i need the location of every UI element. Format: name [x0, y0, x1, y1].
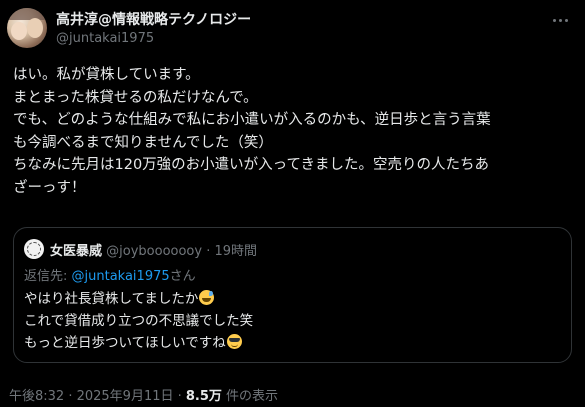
author-name[interactable]: 高井淳@情報戦略テクノロジー	[56, 9, 251, 29]
tweet: 高井淳@情報戦略テクノロジー @juntakai1975 はい。私が貸株していま…	[0, 0, 585, 407]
grinning-sweat-emoji	[199, 290, 215, 305]
quote-line-text: やはり社長貸株してましたか	[24, 291, 199, 307]
author-avatar[interactable]	[7, 8, 47, 48]
reply-mention-link[interactable]: @juntakai1975	[72, 269, 170, 284]
tweet-text: はい。私が貸株しています。 まとまった株貸せるの私だけなんで。 でも、どのような…	[13, 64, 573, 199]
quote-header: 女医暴威 @joybooooooy · 19時間	[50, 240, 257, 259]
quote-author-handle: @joybooooooy	[106, 244, 203, 259]
view-count: 8.5万	[185, 389, 222, 404]
quote-line: もっと逆日歩ついてほしいですね	[24, 332, 253, 354]
quoted-tweet[interactable]: 女医暴威 @joybooooooy · 19時間 返信先: @juntakai1…	[13, 227, 572, 363]
quote-author-avatar	[24, 239, 44, 259]
tweet-meta: 午後8:32 · 2025年9月11日 · 8.5万 件の表示	[9, 385, 278, 404]
more-dot-icon	[564, 18, 568, 22]
quote-line-text: もっと逆日歩ついてほしいですね	[24, 335, 226, 351]
quote-line: やはり社長貸株してましたか	[24, 288, 253, 310]
quote-time: 19時間	[214, 244, 258, 259]
tweet-line: はい。私が貸株しています。	[13, 67, 200, 83]
quote-reply-to: 返信先: @juntakai1975さん	[24, 265, 196, 284]
reply-prefix: 返信先:	[24, 269, 72, 284]
quote-line: これで貸借成り立つの不思議でした笑	[24, 310, 253, 332]
separator-dot: ·	[206, 244, 211, 259]
more-dot-icon	[552, 18, 556, 22]
quote-line-text: これで貸借成り立つの不思議でした笑	[24, 313, 254, 329]
quote-text: やはり社長貸株してましたか これで貸借成り立つの不思議でした笑 もっと逆日歩つい…	[24, 288, 253, 354]
sunglasses-emoji	[226, 334, 242, 349]
quote-author-name: 女医暴威	[50, 244, 103, 259]
timestamp-link[interactable]: 午後8:32 · 2025年9月11日 ·	[9, 389, 186, 404]
more-dot-icon	[558, 18, 562, 22]
tweet-line: ちなみに先月は120万強のお小遣いが入ってきました。空売りの人たちあ	[13, 157, 490, 173]
tweet-line: ざーっす！	[13, 179, 86, 196]
tweet-line: も今調べるまで知りませんでした（笑）	[13, 134, 273, 151]
author-handle[interactable]: @juntakai1975	[56, 31, 154, 46]
view-count-suffix: 件の表示	[221, 389, 279, 404]
more-options-button[interactable]	[547, 10, 573, 30]
reply-suffix: さん	[169, 269, 196, 284]
tweet-line: まとまった株貸せるの私だけなんで。	[13, 89, 258, 106]
tweet-line: でも、どのような仕組みで私にお小遣いが入るのかも、逆日歩と言う言葉	[13, 112, 491, 128]
